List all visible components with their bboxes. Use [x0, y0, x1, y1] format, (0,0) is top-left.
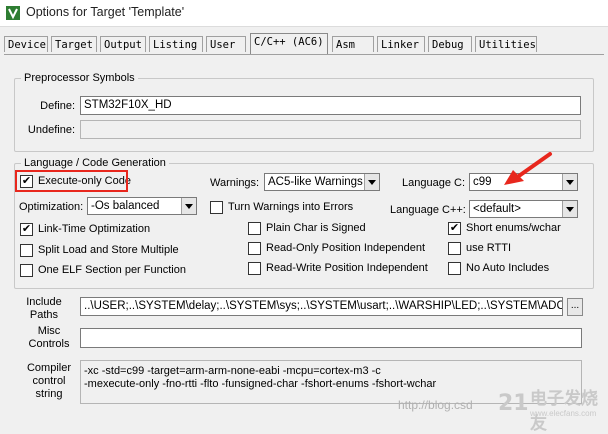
optimization-label: Optimization: [19, 201, 84, 213]
split-load-label: Split Load and Store Multiple [38, 244, 179, 256]
checkmark-icon: ✔ [20, 223, 33, 236]
tab-user[interactable]: User [206, 36, 246, 52]
checkbox-empty-icon [248, 242, 261, 255]
language-cpp-value: <default> [473, 203, 521, 215]
checkbox-empty-icon [20, 244, 33, 257]
misc-controls-label: Misc Controls [28, 325, 70, 350]
turn-warnings-label: Turn Warnings into Errors [228, 201, 354, 213]
include-paths-field[interactable]: ..\USER;..\SYSTEM\delay;..\SYSTEM\sys;..… [80, 297, 563, 316]
rwpi-label: Read-Write Position Independent [266, 262, 428, 274]
tab-device[interactable]: Device [4, 36, 48, 52]
tab-cpp-ac6[interactable]: C/C++ (AC6) [250, 33, 328, 54]
tab-output[interactable]: Output [100, 36, 146, 52]
define-label: Define: [40, 100, 75, 112]
checkbox-empty-icon [448, 262, 461, 275]
short-enums-label: Short enums/wchar [466, 222, 561, 234]
optimization-value: -Os balanced [91, 200, 160, 212]
chevron-down-icon[interactable] [562, 201, 577, 217]
language-c-value: c99 [473, 176, 492, 188]
checkbox-empty-icon [248, 222, 261, 235]
chevron-down-icon[interactable] [562, 174, 577, 190]
warnings-label: Warnings: [210, 177, 260, 189]
checkmark-icon: ✔ [448, 222, 461, 235]
preprocessor-group-title: Preprocessor Symbols [24, 72, 135, 84]
checkbox-empty-icon [210, 201, 223, 214]
one-elf-label: One ELF Section per Function [38, 264, 186, 276]
keil-app-icon [6, 6, 20, 20]
elecfans-logo: 21 电子发烧友 www.elecfans.com [498, 382, 604, 434]
checkbox-empty-icon [20, 264, 33, 277]
window-title: Options for Target 'Template' [26, 5, 185, 19]
chevron-down-icon[interactable] [181, 198, 196, 214]
chevron-down-icon[interactable] [364, 174, 379, 190]
tab-target[interactable]: Target [51, 36, 97, 52]
tab-listing[interactable]: Listing [149, 36, 203, 52]
undefine-label: Undefine: [27, 124, 75, 136]
misc-controls-field[interactable] [80, 328, 582, 348]
include-paths-label: Include Paths [26, 296, 62, 321]
blog-watermark: http://blog.csd [398, 398, 473, 412]
optimization-select[interactable]: -Os balanced [87, 197, 197, 215]
checkbox-empty-icon [248, 262, 261, 275]
undefine-field[interactable] [80, 120, 581, 139]
warnings-value: AC5-like Warnings [268, 176, 363, 188]
ropi-label: Read-Only Position Independent [266, 242, 425, 254]
warnings-select[interactable]: AC5-like Warnings [264, 173, 380, 191]
language-c-label: Language C: [402, 177, 465, 189]
compiler-control-label: Compiler control string [26, 362, 71, 400]
tab-linker[interactable]: Linker [377, 36, 425, 52]
title-bar: Options for Target 'Template' [0, 0, 608, 27]
red-highlight-box [15, 170, 128, 192]
tab-utilities[interactable]: Utilities [475, 36, 537, 52]
tab-asm[interactable]: Asm [332, 36, 374, 52]
language-cpp-label: Language C++: [390, 204, 466, 216]
language-group-title: Language / Code Generation [24, 157, 166, 169]
no-auto-includes-label: No Auto Includes [466, 262, 550, 274]
define-field[interactable]: STM32F10X_HD [80, 96, 581, 115]
elecfans-logo-icon: 21 [498, 391, 529, 416]
elecfans-domain: www.elecfans.com [530, 409, 597, 418]
plain-char-label: Plain Char is Signed [266, 222, 366, 234]
link-time-label: Link-Time Optimization [38, 223, 151, 235]
svg-text:21: 21 [498, 391, 529, 416]
checkbox-empty-icon [448, 242, 461, 255]
include-paths-browse-button[interactable]: ... [567, 298, 583, 316]
compiler-control-line-1: -xc -std=c99 -target=arm-arm-none-eabi -… [84, 365, 381, 377]
red-arrow-icon [504, 152, 552, 185]
use-rtti-label: use RTTI [466, 242, 512, 254]
tab-divider [4, 54, 604, 55]
language-cpp-select[interactable]: <default> [469, 200, 578, 218]
tab-debug[interactable]: Debug [428, 36, 472, 52]
